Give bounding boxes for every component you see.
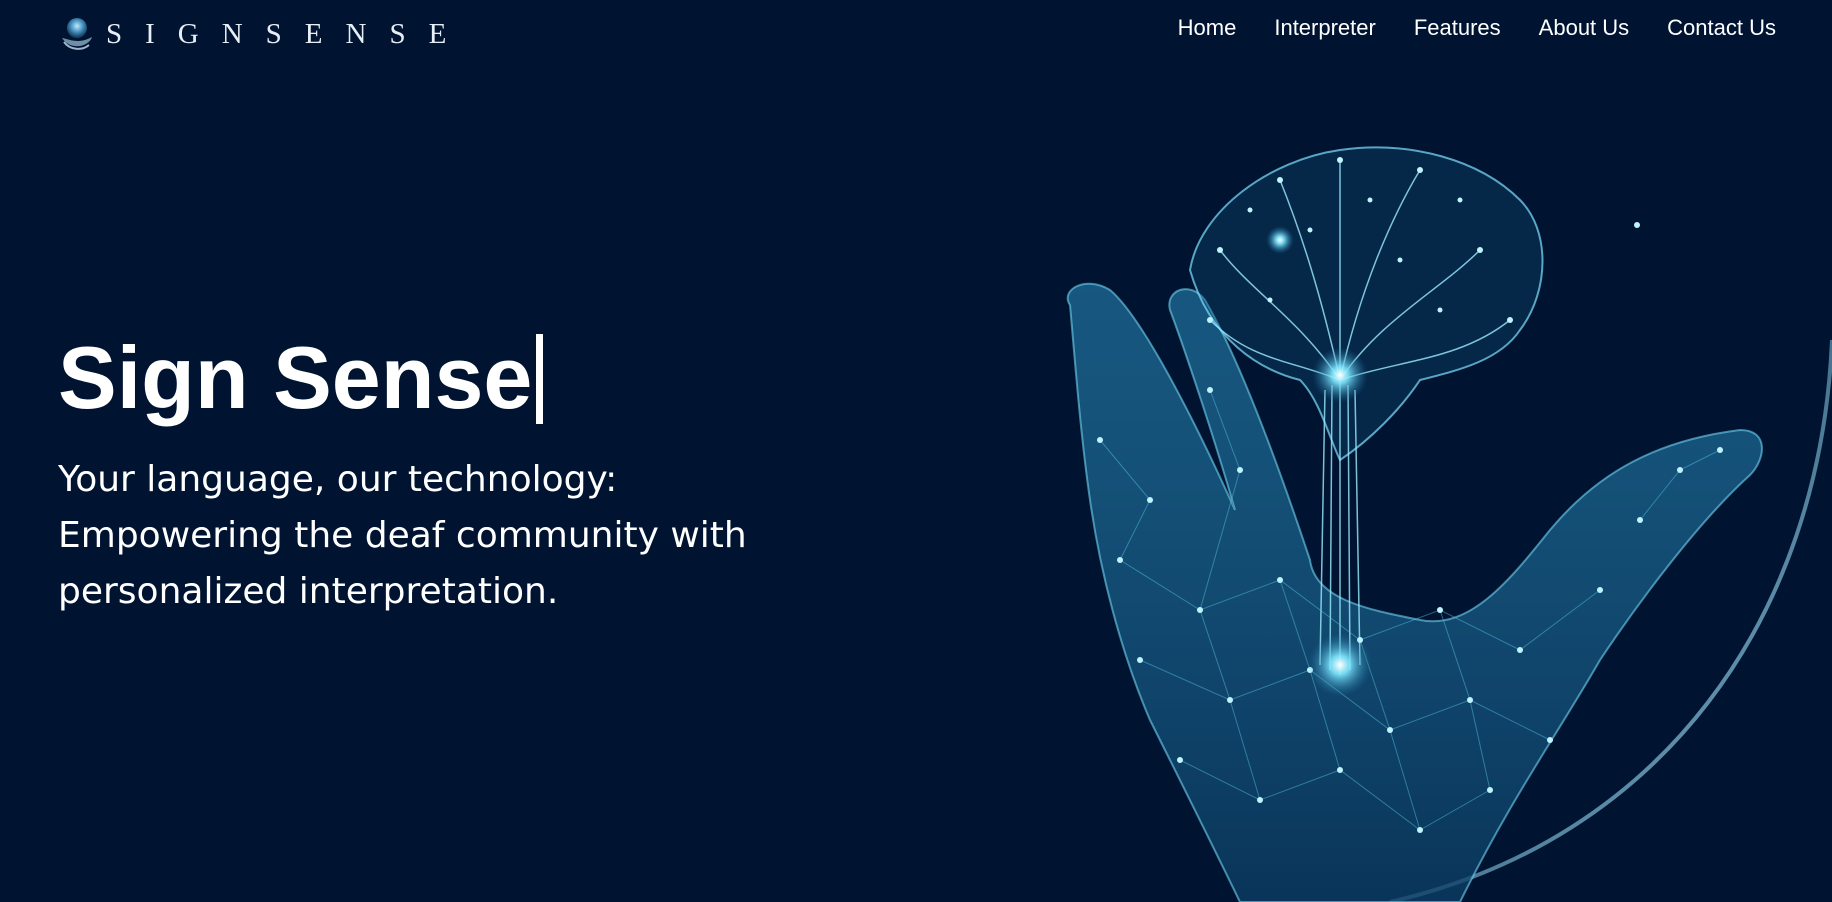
hero-subtitle-line: Your language, our technology:: [58, 459, 618, 500]
nav-home[interactable]: Home: [1178, 14, 1237, 42]
hero-title-wrap: Sign Sense: [58, 328, 544, 427]
landing-page: SIGNSENSE Home Interpreter Features Abou…: [0, 0, 1832, 902]
site-header: SIGNSENSE Home Interpreter Features Abou…: [0, 0, 1832, 62]
hero-illustration: [1066, 146, 1832, 902]
brand-name: SIGNSENSE: [106, 17, 470, 50]
hero-title: Sign Sense: [58, 328, 533, 427]
nav-interpreter[interactable]: Interpreter: [1274, 14, 1376, 42]
hero-subtitle-line: personalized interpretation.: [58, 571, 559, 612]
nav-about-us[interactable]: About Us: [1539, 14, 1630, 42]
brand-logo[interactable]: SIGNSENSE: [58, 14, 469, 54]
nav-contact-us[interactable]: Contact Us: [1667, 14, 1776, 42]
hand-globe-icon: [62, 18, 92, 50]
nav-features[interactable]: Features: [1414, 14, 1501, 42]
main-nav: Home Interpreter Features About Us Conta…: [1140, 14, 1776, 42]
hero-subtitle: Your language, our technology: Empowerin…: [58, 452, 778, 620]
hero-subtitle-line: Empowering the deaf community with: [58, 515, 747, 556]
typing-cursor: [536, 334, 544, 424]
